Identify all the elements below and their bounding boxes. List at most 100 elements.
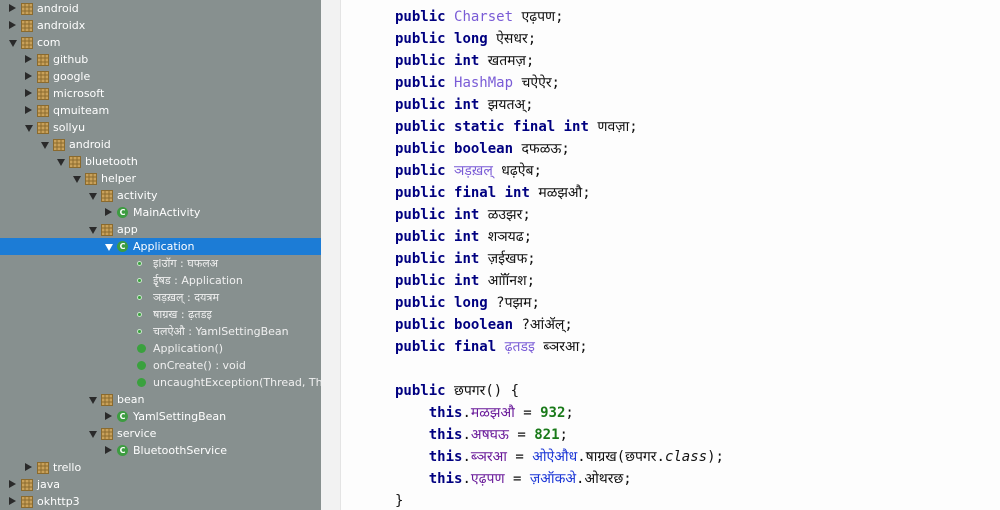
tree-member-row[interactable]: इlउॉग : घफलअ bbox=[0, 255, 321, 272]
code-line[interactable]: public छपगर() { bbox=[395, 380, 519, 402]
tree-package-row[interactable]: androidx bbox=[0, 17, 321, 34]
code-line[interactable]: this.एढ़पण = ज़ऑकअे.ओथरछ; bbox=[395, 468, 632, 490]
tree-item-label: service bbox=[117, 427, 157, 440]
code-token: int bbox=[454, 251, 480, 267]
package-icon bbox=[101, 428, 113, 440]
code-token: ?आंॲल्; bbox=[513, 317, 573, 333]
tree-package-row[interactable]: bluetooth bbox=[0, 153, 321, 170]
code-token: public bbox=[395, 383, 446, 399]
tree-package-row[interactable]: bean bbox=[0, 391, 321, 408]
collapse-arrow-icon[interactable] bbox=[105, 412, 112, 420]
tree-member-row[interactable]: चलऐऔ : YamlSettingBean bbox=[0, 323, 321, 340]
expand-arrow-icon[interactable] bbox=[89, 193, 97, 200]
tree-class-row[interactable]: C Application bbox=[0, 238, 321, 255]
collapse-arrow-icon[interactable] bbox=[105, 446, 112, 454]
collapse-arrow-icon[interactable] bbox=[105, 208, 112, 216]
collapse-arrow-icon[interactable] bbox=[25, 72, 32, 80]
tree-class-row[interactable]: C MainActivity bbox=[0, 204, 321, 221]
code-line[interactable]: public long ऐसधर; bbox=[395, 28, 536, 50]
code-line[interactable]: public long ?पझम; bbox=[395, 292, 540, 314]
collapse-arrow-icon[interactable] bbox=[9, 4, 16, 12]
expand-arrow-icon[interactable] bbox=[57, 159, 65, 166]
tree-class-row[interactable]: C BluetoothService bbox=[0, 442, 321, 459]
tree-package-row[interactable]: microsoft bbox=[0, 85, 321, 102]
code-token: = bbox=[504, 471, 530, 487]
tree-package-row[interactable]: activity bbox=[0, 187, 321, 204]
code-line[interactable]: public int आॉॉनश; bbox=[395, 270, 535, 292]
code-line[interactable]: public final ढ़तडइ ब्ञरआ; bbox=[395, 336, 588, 358]
tree-package-row[interactable]: com bbox=[0, 34, 321, 51]
tree-package-row[interactable]: google bbox=[0, 68, 321, 85]
field-icon bbox=[137, 329, 142, 334]
tree-package-row[interactable]: java bbox=[0, 476, 321, 493]
tree-member-row[interactable]: uncaughtException(Thread, Throw bbox=[0, 374, 321, 391]
tree-package-row[interactable]: android bbox=[0, 0, 321, 17]
code-line[interactable]: public final int मळझऔ; bbox=[395, 182, 591, 204]
code-line[interactable]: public Charset एढ़पण; bbox=[395, 6, 564, 28]
tree-member-row[interactable]: onCreate() : void bbox=[0, 357, 321, 374]
project-tree-panel[interactable]: android androidx com github google microsoft q… bbox=[0, 0, 321, 510]
code-line[interactable]: public int झयतअ्; bbox=[395, 94, 534, 116]
code-line[interactable]: public HashMap चऐऐर; bbox=[395, 72, 560, 94]
code-token: .ओथरछ; bbox=[576, 471, 632, 487]
tree-package-row[interactable]: okhttp3 bbox=[0, 493, 321, 510]
code-token: public bbox=[395, 251, 446, 267]
expand-arrow-icon[interactable] bbox=[9, 40, 17, 47]
tree-member-row[interactable]: षाग्रख : ढ़तडइ bbox=[0, 306, 321, 323]
tree-item-label: microsoft bbox=[53, 87, 105, 100]
code-token: public bbox=[395, 339, 446, 355]
code-line[interactable]: public boolean ?आंॲल्; bbox=[395, 314, 573, 336]
code-editor[interactable]: public Charset एढ़पण; public long ऐसधर; pu… bbox=[341, 0, 1000, 510]
expand-arrow-icon[interactable] bbox=[41, 142, 49, 149]
code-token: शञयढ; bbox=[479, 229, 533, 245]
collapse-arrow-icon[interactable] bbox=[9, 480, 16, 488]
collapse-arrow-icon[interactable] bbox=[25, 463, 32, 471]
expand-arrow-icon[interactable] bbox=[105, 244, 113, 251]
code-line[interactable]: public int खतमज़; bbox=[395, 50, 534, 72]
expand-arrow-icon[interactable] bbox=[25, 125, 33, 132]
tree-package-row[interactable]: app bbox=[0, 221, 321, 238]
collapse-arrow-icon[interactable] bbox=[9, 497, 16, 505]
code-token: final bbox=[454, 185, 497, 201]
collapse-arrow-icon[interactable] bbox=[25, 106, 32, 114]
expand-arrow-icon[interactable] bbox=[89, 397, 97, 404]
collapse-arrow-icon[interactable] bbox=[9, 21, 16, 29]
code-line[interactable]: public static final int णवज़ा; bbox=[395, 116, 638, 138]
tree-package-row[interactable]: qmuiteam bbox=[0, 102, 321, 119]
tree-class-row[interactable]: C YamlSettingBean bbox=[0, 408, 321, 425]
code-line[interactable]: } bbox=[395, 490, 403, 510]
code-token: ढ़तडइ bbox=[504, 339, 535, 355]
tree-package-row[interactable]: helper bbox=[0, 170, 321, 187]
expand-arrow-icon[interactable] bbox=[89, 227, 97, 234]
collapse-arrow-icon[interactable] bbox=[25, 89, 32, 97]
tree-member-row[interactable]: ञड़ख़ल् : दयत्रम bbox=[0, 289, 321, 306]
code-line[interactable]: this.ब्ञरआ = ओऐऔध.षाग्रख(छपगर.class); bbox=[395, 446, 724, 468]
expand-arrow-icon[interactable] bbox=[89, 431, 97, 438]
code-line[interactable]: this.मळझऔ = 932; bbox=[395, 402, 574, 424]
code-token: ; bbox=[565, 405, 574, 421]
tree-item-label: github bbox=[53, 53, 89, 66]
code-line[interactable]: public int शञयढ; bbox=[395, 226, 532, 248]
expand-arrow-icon[interactable] bbox=[73, 176, 81, 183]
tree-member-row[interactable]: Application() bbox=[0, 340, 321, 357]
tree-package-row[interactable]: github bbox=[0, 51, 321, 68]
code-token: ब्ञरआ; bbox=[534, 339, 588, 355]
tree-package-row[interactable]: trello bbox=[0, 459, 321, 476]
tree-item-label: google bbox=[53, 70, 91, 83]
tree-item-label: चलऐऔ : YamlSettingBean bbox=[153, 325, 289, 338]
code-line[interactable]: public boolean दफळऊ; bbox=[395, 138, 570, 160]
tree-package-row[interactable]: sollyu bbox=[0, 119, 321, 136]
code-line[interactable]: public int ज़ईखफ; bbox=[395, 248, 536, 270]
code-token: धढ़ऐब; bbox=[492, 163, 542, 179]
code-token: boolean bbox=[454, 141, 514, 157]
code-line[interactable]: public int ळउझर; bbox=[395, 204, 531, 226]
tree-member-row[interactable]: ईृषड : Application bbox=[0, 272, 321, 289]
code-line[interactable]: public ञड़ख़ल् धढ़ऐब; bbox=[395, 160, 542, 182]
tree-package-row[interactable]: service bbox=[0, 425, 321, 442]
code-line[interactable]: this.अषघऊ = 821; bbox=[395, 424, 568, 446]
tree-package-row[interactable]: android bbox=[0, 136, 321, 153]
collapse-arrow-icon[interactable] bbox=[25, 55, 32, 63]
